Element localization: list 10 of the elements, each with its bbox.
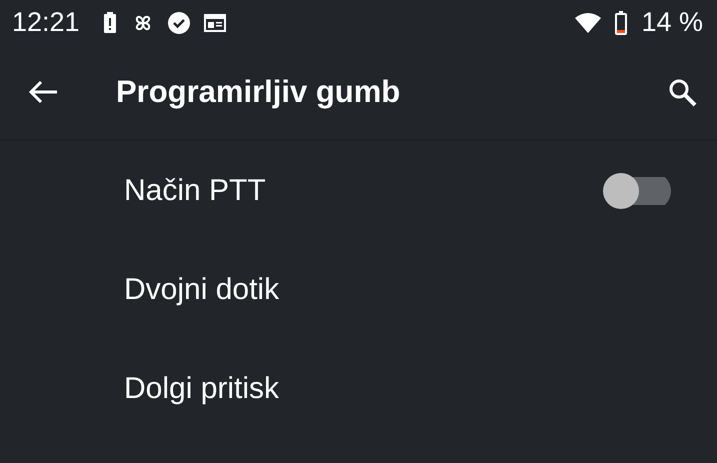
setting-label[interactable]: Dolgi pritisk (124, 372, 280, 406)
setting-label[interactable]: Dvojni dotik (124, 272, 280, 306)
check-circle-icon (168, 12, 190, 34)
battery-percentage: 14 % (641, 7, 703, 38)
wifi-icon (575, 12, 602, 32)
status-time: 12:21 (12, 7, 80, 38)
screen-title: Programirljiv gumb (116, 74, 402, 110)
battery-alert-icon (102, 12, 118, 34)
battery-icon (615, 10, 628, 34)
setting-label[interactable]: Način PTT (124, 174, 266, 208)
